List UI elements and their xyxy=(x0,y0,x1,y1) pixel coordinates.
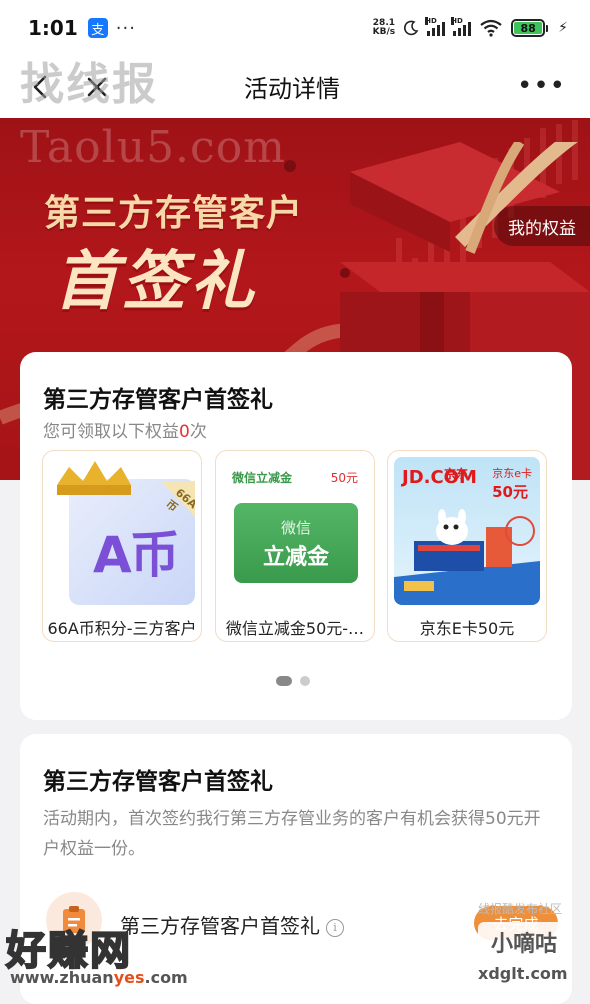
rewards-remaining-prefix: 您可领取以下权益 xyxy=(43,422,179,442)
battery-level: 88 xyxy=(514,22,543,35)
watermark-url-prefix: www.zhuan xyxy=(10,968,114,987)
signal-strength-icon: HD xyxy=(425,17,446,36)
rewards-card: 第三方存管客户首签礼 您可领取以下权益0次 A币 66A币 66A币积分-三方客… xyxy=(20,352,572,720)
banner-title: 首签礼 xyxy=(54,244,258,319)
activity-info-title: 第三方存管客户首签礼 xyxy=(43,769,273,795)
signal-strength-icon-2: HD xyxy=(451,17,472,36)
task-label: 第三方存管客户首签礼 i xyxy=(120,910,344,939)
watermark-url-suffix: .com xyxy=(144,968,188,987)
reward-name: 微信立减金50元-… xyxy=(225,619,365,638)
banner-headline: 第三方存管客户 xyxy=(44,193,304,234)
wechat-voucher-amount: 50元 xyxy=(330,471,358,485)
watermark-url-highlight: yes xyxy=(113,968,145,987)
watermark-zhaoxianbao: 找线报 xyxy=(20,59,158,110)
status-indicators: 28.1 KB/s HD HD 88 ⚡ xyxy=(373,17,568,37)
more-options-icon[interactable]: ••• xyxy=(517,73,566,99)
do-not-disturb-moon-icon xyxy=(404,20,419,36)
carousel-pager[interactable] xyxy=(276,676,310,686)
reward-item-jd-card[interactable]: JD.COM 京东 京东e卡 50元 京东E卡50元 xyxy=(387,450,547,642)
pager-dot-active[interactable] xyxy=(276,676,292,686)
reward-item-acoin[interactable]: A币 66A币 66A币积分-三方客户 xyxy=(42,450,202,642)
alipay-notification-icon: 支 xyxy=(87,18,108,38)
watermark-url: www.zhuanyes.com xyxy=(10,968,188,987)
wifi-icon xyxy=(480,19,502,37)
signal-hd-tag-2: HD xyxy=(451,17,463,25)
rewards-remaining-count: 0 xyxy=(179,422,190,442)
wechat-voucher-image: 微信立减金 50元 微信 立减金 xyxy=(222,457,368,605)
status-time: 1:01 xyxy=(28,16,78,40)
wechat-voucher-card-line1: 微信 xyxy=(280,519,311,537)
rewards-remaining-text: 您可领取以下权益0次 xyxy=(43,417,207,442)
wechat-voucher-card: 微信 立减金 xyxy=(234,503,358,583)
activity-description: 活动期内，首次签约我行第三方存管业务的客户有机会获得50元开户权益一份。 xyxy=(43,809,541,859)
wechat-voucher-header: 微信立减金 xyxy=(232,471,293,485)
acoin-image: A币 66A币 xyxy=(49,457,195,605)
task-label-text: 第三方存管客户首签礼 xyxy=(120,914,320,938)
wechat-voucher-card-line2: 立减金 xyxy=(262,545,329,570)
jd-city-illustration xyxy=(394,509,540,605)
reward-name: 京东E卡50元 xyxy=(419,619,515,638)
signal-hd-tag: HD xyxy=(425,17,437,25)
my-rights-button[interactable]: 我的权益 xyxy=(494,206,590,246)
acoin-label: A币 xyxy=(93,526,180,584)
page-title: 活动详情 xyxy=(244,75,340,103)
network-speed: 28.1 KB/s xyxy=(373,19,395,37)
jd-card-image: JD.COM 京东 京东e卡 50元 xyxy=(394,457,540,605)
watermark-xiaodigu: 小嘀咕 xyxy=(478,922,570,962)
watermark-community: 线报酷发布社区 xyxy=(478,902,563,916)
charging-icon: ⚡ xyxy=(558,20,568,36)
reward-item-wechat-voucher[interactable]: 微信立减金 50元 微信 立减金 微信立减金50元-… xyxy=(215,450,375,642)
rewards-remaining-suffix: 次 xyxy=(189,422,207,442)
pager-dot[interactable] xyxy=(300,676,310,686)
battery-icon: 88 xyxy=(511,19,549,37)
network-speed-unit: KB/s xyxy=(372,27,396,37)
info-icon[interactable]: i xyxy=(326,919,344,937)
watermark-xdglt: xdglt.com xyxy=(478,964,568,983)
reward-name: 66A币积分-三方客户 xyxy=(47,619,197,638)
rewards-card-title: 第三方存管客户首签礼 xyxy=(43,387,273,413)
watermark-taolu: Taolu5.com xyxy=(20,122,286,173)
more-notifications-icon: ··· xyxy=(115,17,136,39)
